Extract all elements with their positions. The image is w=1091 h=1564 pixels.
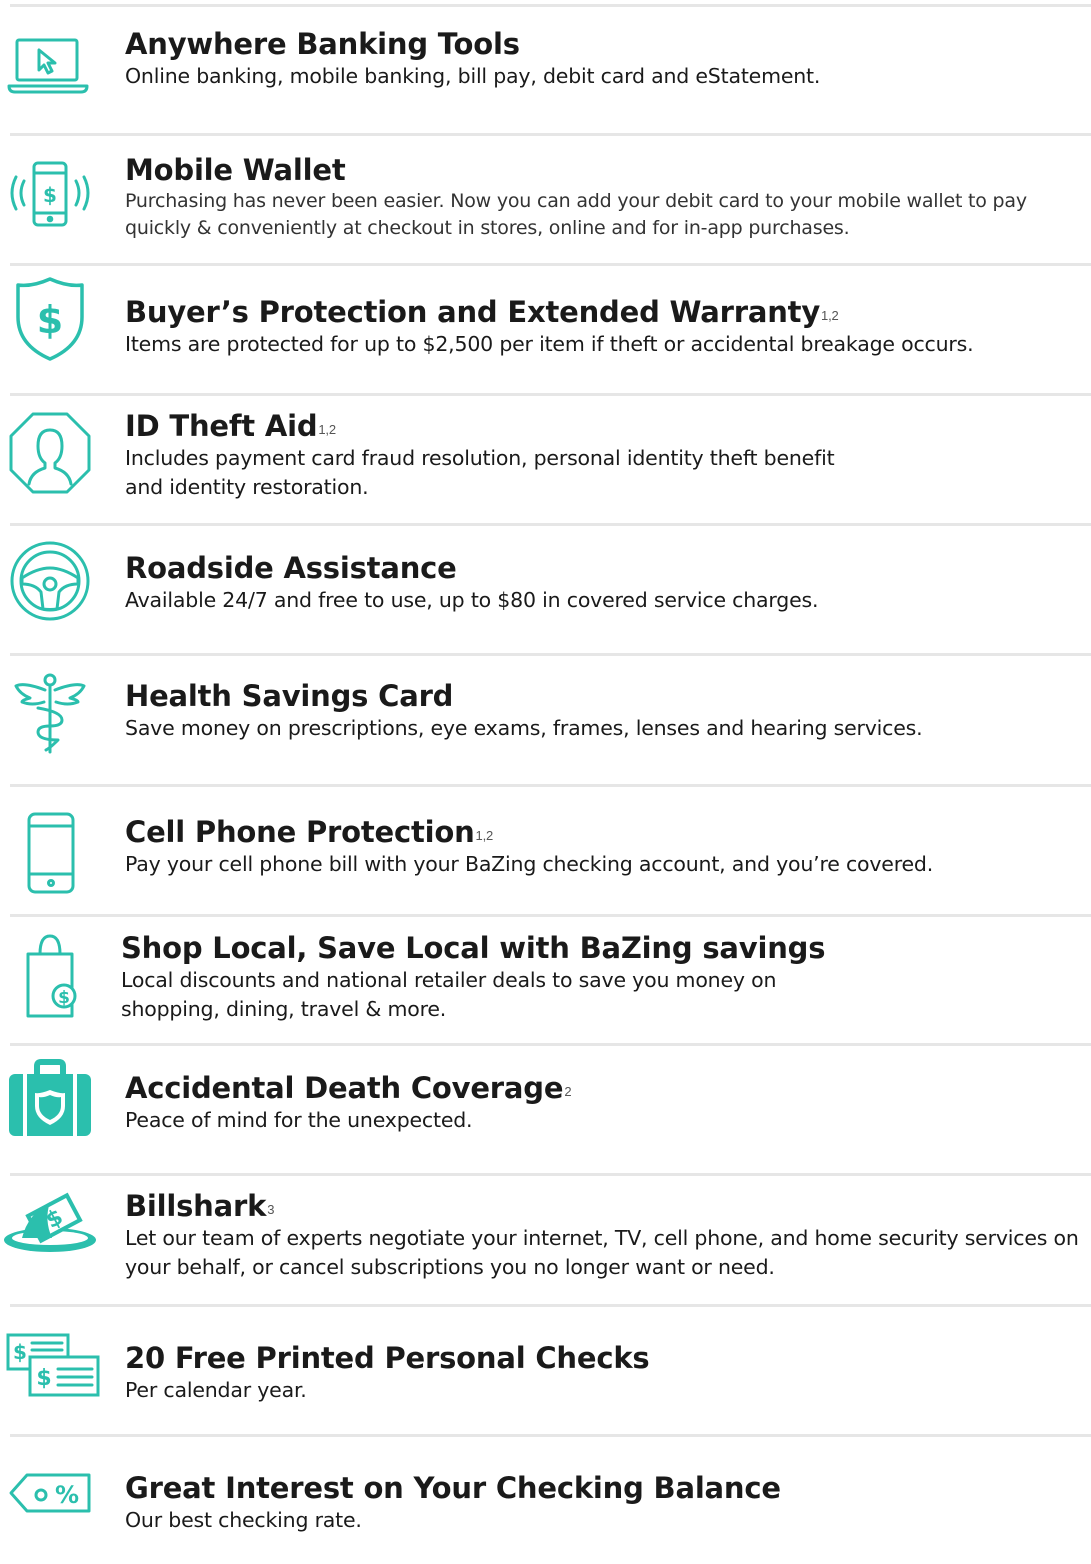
feature-title: Cell Phone Protection1,2	[125, 815, 494, 849]
svg-text:$: $	[36, 1366, 51, 1391]
divider	[10, 523, 1091, 526]
feature-title: 20 Free Printed Personal Checks	[125, 1341, 650, 1375]
feature-title: ID Theft Aid1,2	[125, 409, 336, 443]
footnote-ref: 1,2	[318, 422, 336, 437]
feature-title: Shop Local, Save Local with BaZing savin…	[121, 931, 826, 965]
divider	[10, 133, 1091, 136]
divider	[10, 914, 1091, 917]
laptop-cursor-icon	[0, 22, 100, 112]
divider	[10, 1434, 1091, 1437]
feature-title: Health Savings Card	[125, 679, 454, 713]
svg-text:%: %	[55, 1481, 79, 1509]
svg-text:$: $	[43, 183, 57, 207]
mobile-wallet-icon: $	[0, 150, 100, 240]
feature-description: Includes payment card fraud resolution, …	[125, 446, 835, 499]
svg-text:$: $	[37, 298, 63, 342]
feature-title: Mobile Wallet	[125, 153, 346, 187]
caduceus-icon	[0, 668, 100, 758]
divider	[10, 653, 1091, 656]
footnote-ref: 2	[564, 1084, 572, 1099]
steering-wheel-icon	[0, 536, 100, 626]
feature-title: Roadside Assistance	[125, 551, 457, 585]
percent-tag-icon: %	[0, 1448, 100, 1538]
shopping-bag-icon: $	[0, 928, 100, 1018]
feature-title: Buyer’s Protection and Extended Warranty…	[125, 295, 839, 329]
feature-title: Great Interest on Your Checking Balance	[125, 1471, 781, 1505]
footnote-ref: 3	[267, 1202, 275, 1217]
shield-dollar-icon: $	[0, 274, 100, 364]
divider	[10, 1173, 1091, 1176]
feature-description: Items are protected for up to $2,500 per…	[125, 332, 974, 356]
feature-description: Purchasing has never been easier. Now yo…	[125, 190, 1027, 239]
feature-description: Let our team of experts negotiate your i…	[125, 1226, 1079, 1279]
shark-fin-icon: $	[0, 1178, 100, 1268]
feature-description: Per calendar year.	[125, 1378, 307, 1402]
svg-text:$: $	[13, 1340, 27, 1364]
footnote-ref: 1,2	[821, 308, 839, 323]
feature-title: Billshark3	[125, 1189, 275, 1223]
feature-description: Our best checking rate.	[125, 1508, 362, 1532]
feature-description: Peace of mind for the unexpected.	[125, 1108, 473, 1132]
person-octagon-icon	[0, 408, 100, 498]
feature-title: Accidental Death Coverage2	[125, 1071, 572, 1105]
briefcase-shield-icon	[0, 1054, 100, 1144]
checks-icon: $ $	[0, 1318, 100, 1408]
feature-description: Online banking, mobile banking, bill pay…	[125, 64, 821, 88]
feature-title: Anywhere Banking Tools	[125, 27, 520, 61]
divider	[10, 1304, 1091, 1307]
feature-description: Local discounts and national retailer de…	[121, 968, 777, 1021]
divider	[10, 393, 1091, 396]
feature-description: Save money on prescriptions, eye exams, …	[125, 716, 923, 740]
footnote-ref: 1,2	[475, 828, 494, 843]
divider	[10, 1043, 1091, 1046]
feature-description: Pay your cell phone bill with your BaZin…	[125, 852, 934, 876]
divider	[10, 784, 1091, 787]
feature-description: Available 24/7 and free to use, up to $8…	[125, 588, 819, 612]
svg-text:$: $	[58, 988, 70, 1008]
cell-phone-icon	[0, 808, 100, 898]
divider	[10, 4, 1091, 7]
divider	[10, 263, 1091, 266]
